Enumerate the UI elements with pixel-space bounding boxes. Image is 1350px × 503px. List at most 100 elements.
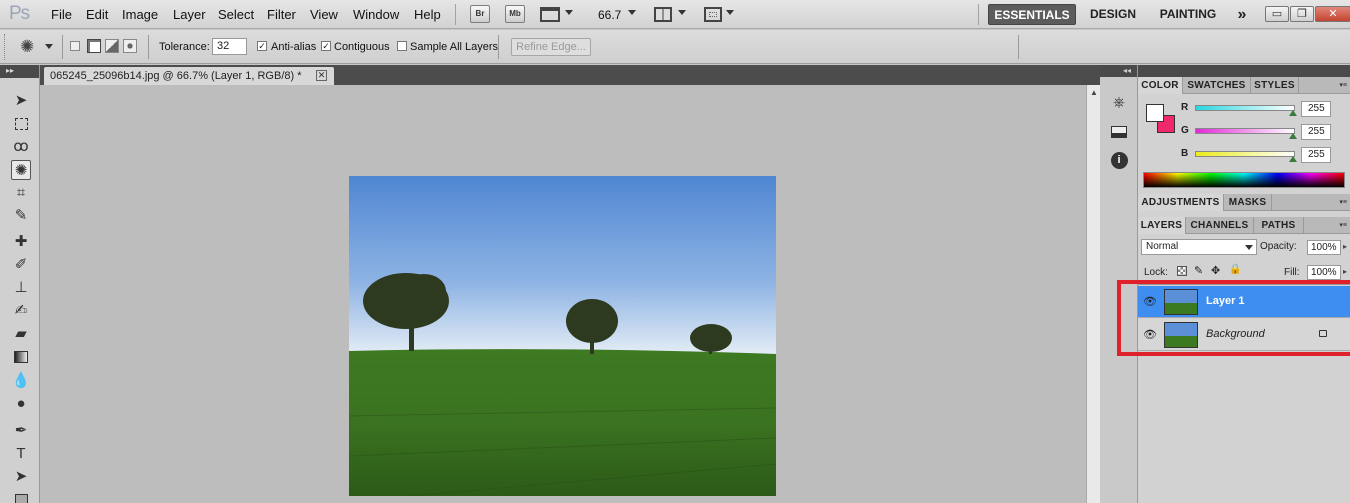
tab-layers[interactable]: LAYERS bbox=[1138, 217, 1186, 234]
lock-all-icon[interactable]: 🔒 bbox=[1229, 264, 1241, 275]
histogram-icon[interactable] bbox=[1109, 122, 1129, 142]
gradient-tool-icon[interactable] bbox=[11, 347, 31, 367]
blue-value-input[interactable]: 255 bbox=[1301, 147, 1331, 163]
magic-wand-preset-icon[interactable]: ✺ bbox=[20, 37, 34, 57]
panel-menu-icon[interactable]: ▾≡ bbox=[1339, 81, 1347, 89]
clone-stamp-tool-icon[interactable]: ⊥ bbox=[11, 278, 31, 298]
document-image[interactable] bbox=[349, 176, 776, 496]
panel-menu-icon[interactable]: ▾≡ bbox=[1339, 221, 1347, 229]
menu-image[interactable]: Image bbox=[122, 7, 158, 22]
opacity-arrow-icon[interactable]: ▸ bbox=[1343, 242, 1347, 251]
blue-channel-label: B bbox=[1181, 148, 1189, 159]
brush-tool-icon[interactable]: ✐ bbox=[11, 255, 31, 275]
history-brush-tool-icon[interactable]: ✍ bbox=[11, 301, 31, 321]
bridge-button[interactable]: Br bbox=[470, 5, 490, 23]
tools-collapse-icon[interactable]: ▸▸ bbox=[0, 65, 39, 78]
workspace-design[interactable]: DESIGN bbox=[1084, 4, 1142, 25]
red-slider[interactable] bbox=[1195, 105, 1295, 111]
color-spectrum-ramp[interactable] bbox=[1143, 172, 1345, 188]
scroll-up-icon[interactable]: ▲ bbox=[1090, 88, 1098, 97]
intersect-selection-icon[interactable] bbox=[123, 39, 137, 53]
menu-filter[interactable]: Filter bbox=[267, 7, 296, 22]
sample-all-layers-checkbox[interactable] bbox=[397, 41, 407, 51]
tab-color[interactable]: COLOR bbox=[1138, 77, 1183, 94]
blend-mode-select[interactable]: Normal bbox=[1141, 239, 1257, 255]
healing-brush-tool-icon[interactable]: ✚ bbox=[11, 232, 31, 252]
marquee-tool-icon[interactable] bbox=[11, 114, 31, 134]
close-icon[interactable]: ✕ bbox=[316, 70, 327, 81]
minimize-icon[interactable]: ▭ bbox=[1265, 6, 1289, 22]
blue-slider[interactable] bbox=[1195, 151, 1295, 157]
lock-pixels-icon[interactable]: ✎ bbox=[1194, 264, 1203, 277]
expand-panels-icon[interactable]: ◂◂ bbox=[1100, 65, 1137, 77]
foreground-color-swatch[interactable] bbox=[1146, 104, 1164, 122]
menu-window[interactable]: Window bbox=[353, 7, 399, 22]
red-value-input[interactable]: 255 bbox=[1301, 101, 1331, 117]
add-to-selection-icon[interactable] bbox=[87, 39, 101, 53]
eraser-tool-icon[interactable]: ▰ bbox=[11, 324, 31, 344]
tab-styles[interactable]: STYLES bbox=[1251, 77, 1299, 94]
menu-help[interactable]: Help bbox=[414, 7, 441, 22]
panel-menu-icon[interactable]: ▾≡ bbox=[1339, 198, 1347, 206]
move-tool-icon[interactable]: ➤ bbox=[11, 91, 31, 111]
dodge-tool-icon[interactable]: ● bbox=[11, 394, 31, 414]
refine-edge-button[interactable]: Refine Edge... bbox=[511, 38, 591, 56]
pen-tool-icon[interactable]: ✒ bbox=[11, 421, 31, 441]
menu-bar: Ps File Edit Image Layer Select Filter V… bbox=[0, 0, 1350, 29]
fill-input[interactable]: 100% bbox=[1307, 265, 1341, 280]
path-selection-tool-icon[interactable]: ➤ bbox=[11, 467, 31, 487]
menu-select[interactable]: Select bbox=[218, 7, 254, 22]
green-slider[interactable] bbox=[1195, 128, 1295, 134]
subtract-selection-icon[interactable] bbox=[105, 39, 119, 53]
green-value-input[interactable]: 255 bbox=[1301, 124, 1331, 140]
close-icon[interactable]: ✕ bbox=[1315, 6, 1350, 22]
screen-mode-icon[interactable] bbox=[704, 7, 722, 22]
menu-view[interactable]: View bbox=[310, 7, 338, 22]
tab-adjustments[interactable]: ADJUSTMENTS bbox=[1138, 194, 1224, 211]
contiguous-checkbox[interactable]: ✓ bbox=[321, 41, 331, 51]
restore-icon[interactable]: ❐ bbox=[1290, 6, 1314, 22]
antialias-checkbox[interactable]: ✓ bbox=[257, 41, 267, 51]
fill-arrow-icon[interactable]: ▸ bbox=[1343, 267, 1347, 276]
magic-wand-tool-icon[interactable]: ✺ bbox=[11, 160, 31, 180]
menu-edit[interactable]: Edit bbox=[86, 7, 108, 22]
tab-channels[interactable]: CHANNELS bbox=[1186, 217, 1254, 234]
menu-file[interactable]: File bbox=[51, 7, 72, 22]
vertical-scrollbar[interactable]: ▲ bbox=[1086, 85, 1100, 503]
new-selection-icon[interactable] bbox=[70, 41, 80, 51]
document-tab-bar: 065245_25096b14.jpg @ 66.7% (Layer 1, RG… bbox=[40, 65, 1100, 85]
workspace-essentials[interactable]: ESSENTIALS bbox=[988, 4, 1076, 25]
lasso-tool-icon[interactable]: ꝏ bbox=[11, 137, 31, 157]
chevron-down-icon[interactable] bbox=[628, 10, 636, 15]
workspace-painting[interactable]: PAINTING bbox=[1152, 4, 1224, 25]
document-tab[interactable]: 065245_25096b14.jpg @ 66.7% (Layer 1, RG… bbox=[44, 67, 334, 85]
lock-transparency-icon[interactable] bbox=[1177, 266, 1187, 276]
blur-tool-icon[interactable]: 💧 bbox=[11, 371, 31, 391]
lock-position-icon[interactable]: ✥ bbox=[1211, 264, 1220, 277]
blue-slider-thumb[interactable] bbox=[1289, 156, 1297, 162]
tab-swatches[interactable]: SWATCHES bbox=[1183, 77, 1251, 94]
tab-masks[interactable]: MASKS bbox=[1224, 194, 1272, 211]
chevron-down-icon[interactable] bbox=[565, 10, 573, 15]
info-icon[interactable]: i bbox=[1109, 151, 1129, 171]
type-tool-icon[interactable]: T bbox=[11, 444, 31, 464]
navigator-icon[interactable]: ⎈ bbox=[1109, 93, 1129, 113]
more-workspaces-icon[interactable]: » bbox=[1230, 4, 1254, 25]
red-slider-thumb[interactable] bbox=[1289, 110, 1297, 116]
chevron-down-icon[interactable] bbox=[726, 10, 734, 15]
shape-tool-icon[interactable] bbox=[11, 489, 31, 503]
tolerance-input[interactable]: 32 bbox=[212, 38, 247, 55]
chevron-down-icon[interactable] bbox=[678, 10, 686, 15]
menu-layer[interactable]: Layer bbox=[173, 7, 206, 22]
tab-paths[interactable]: PATHS bbox=[1254, 217, 1304, 234]
view-extras-icon[interactable] bbox=[540, 7, 560, 22]
eyedropper-tool-icon[interactable]: ✎ bbox=[11, 206, 31, 226]
chevron-down-icon[interactable] bbox=[45, 44, 53, 49]
mini-bridge-button[interactable]: Mb bbox=[505, 5, 525, 23]
antialias-label: Anti-alias bbox=[271, 41, 317, 53]
arrange-documents-icon[interactable] bbox=[654, 7, 672, 22]
opacity-input[interactable]: 100% bbox=[1307, 240, 1341, 255]
green-slider-thumb[interactable] bbox=[1289, 133, 1297, 139]
zoom-level[interactable]: 66.7 bbox=[598, 8, 621, 22]
crop-tool-icon[interactable]: ⌗ bbox=[11, 183, 31, 203]
